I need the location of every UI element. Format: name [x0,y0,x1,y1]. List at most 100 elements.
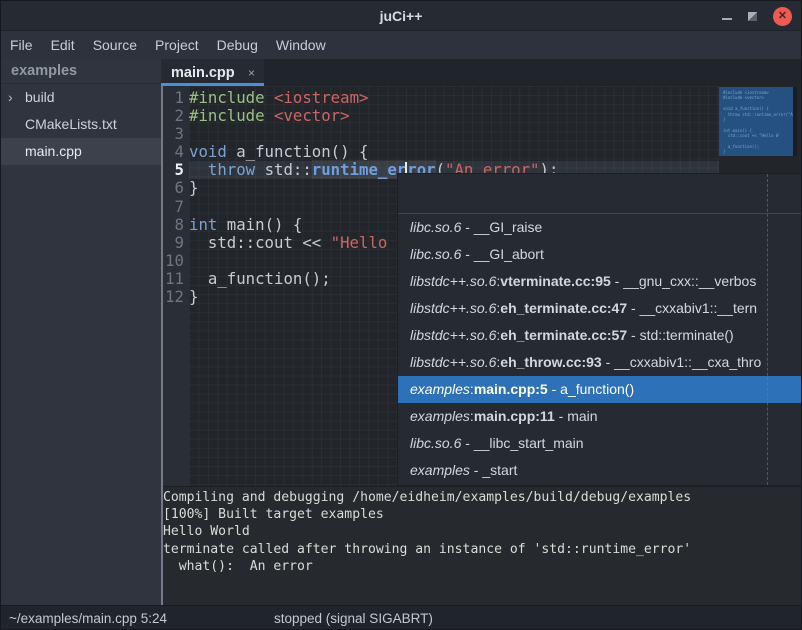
sidebar-item-build[interactable]: ›build [1,84,161,111]
line-number: 5 [161,161,189,179]
frame-symbol: _start [482,462,517,478]
frame-file-line: main.cpp:11 [474,408,555,424]
line-number: 1 [161,89,189,107]
file-label: main.cpp [1,138,161,165]
line-number: 2 [161,107,189,125]
line-number-gutter: 123456789101112 [161,86,189,486]
terminal-line: terminate called after throwing an insta… [163,541,801,558]
code-token: runtime_er [312,160,406,179]
popup-header [398,174,802,214]
file-label: build [1,84,161,111]
stack-frame-item[interactable]: examples - _start [398,457,802,484]
titlebar[interactable]: juCi++ ✕ [1,1,801,31]
sidebar-item-cmakelists-txt[interactable]: CMakeLists.txt [1,111,161,138]
app-window: juCi++ ✕ FileEditSourceProjectDebugWindo… [0,0,802,630]
code-token: "Hello W [331,233,407,252]
minimap-slider[interactable]: #include <iostream>#include <vector> voi… [719,87,797,156]
menu-item-source[interactable]: Source [84,31,146,59]
terminal-line: Compiling and debugging /home/eidheim/ex… [163,489,801,506]
status-debug-state: stopped (signal SIGABRT) [274,606,433,630]
sidebar-item-main-cpp[interactable]: main.cpp [1,138,161,165]
terminal-line: Hello World [163,523,801,540]
terminal-output[interactable]: Compiling and debugging /home/eidheim/ex… [161,486,801,605]
restore-icon[interactable] [748,12,757,21]
frame-symbol: __GI_abort [474,246,544,262]
code-token: int [189,215,217,234]
tab-close-icon[interactable]: × [248,66,264,80]
frame-symbol: __GI_raise [474,219,542,235]
code-line[interactable]: #include <vector> [189,107,719,125]
code-token: std:: [255,160,312,179]
stack-frame-item[interactable]: libc.so.6 - __GI_abort [398,241,802,268]
status-file-location: ~/examples/main.cpp 5:24 [9,606,167,630]
stack-frame-item[interactable]: examples:main.cpp:11 - main [398,403,802,430]
tabbar: main.cpp × [161,59,801,86]
line-number: 3 [161,125,189,143]
pane-splitter[interactable] [161,86,163,605]
line-number: 7 [161,198,189,216]
sidebar: examples ›buildCMakeLists.txtmain.cpp [1,59,161,605]
menu-item-window[interactable]: Window [267,31,335,59]
menu-item-debug[interactable]: Debug [208,31,267,59]
statusbar: ~/examples/main.cpp 5:24 stopped (signal… [1,605,801,630]
stack-frame-item[interactable]: libstdc++.so.6:eh_terminate.cc:57 - std:… [398,322,802,349]
frame-symbol: __cxxabiv1::__tern [640,300,758,316]
frame-symbol: __libc_start_main [474,435,584,451]
file-tree: ›buildCMakeLists.txtmain.cpp [1,84,161,165]
terminal-line: what(): An error [163,558,801,575]
frame-symbol: a_function() [560,381,634,397]
tab-label: main.cpp [161,65,248,81]
menubar: FileEditSourceProjectDebugWindow [1,31,801,59]
frame-symbol: std::terminate() [640,327,734,343]
line-number: 12 [161,288,189,306]
terminal-line: [100%] Built target examples [163,506,801,523]
menu-item-project[interactable]: Project [146,31,208,59]
frame-library: libstdc++.so.6 [410,327,496,343]
code-token: #include [189,88,274,107]
code-token: std::cout << [189,233,331,252]
code-token: } [189,178,198,197]
chevron-right-icon[interactable]: › [8,84,13,111]
line-number: 6 [161,179,189,197]
tab-main-cpp[interactable]: main.cpp × [161,59,264,86]
frame-symbol: __cxxabiv1::__cxa_thro [614,354,761,370]
code-token: } [189,287,198,306]
frame-library: libc.so.6 [410,219,461,235]
frame-library: examples [410,381,470,397]
code-line[interactable]: void a_function() { [189,143,719,161]
frame-symbol: main [567,408,597,424]
frame-library: examples [410,462,470,478]
frame-library: examples [410,408,470,424]
code-line[interactable]: #include <iostream> [189,89,719,107]
project-name: examples [1,59,161,84]
code-token: main() { [217,215,302,234]
minimize-icon[interactable] [722,18,732,20]
code-token: a_function(); [189,269,331,288]
content-area: examples ›buildCMakeLists.txtmain.cpp ma… [1,59,801,605]
minimap-code-line: } [723,149,793,154]
frame-library: libstdc++.so.6 [410,300,496,316]
code-token: <iostream> [274,88,368,107]
code-token: #include [189,106,274,125]
line-number: 10 [161,252,189,270]
stack-frame-item[interactable]: libstdc++.so.6:vterminate.cc:95 - __gnu_… [398,268,802,295]
stack-frame-item[interactable]: libstdc++.so.6:eh_terminate.cc:47 - __cx… [398,295,802,322]
frame-file-line: main.cpp:5 [474,381,548,397]
line-number: 9 [161,234,189,252]
stack-frame-item[interactable]: libstdc++.so.6:eh_throw.cc:93 - __cxxabi… [398,349,802,376]
frame-file-line: eh_terminate.cc:57 [500,327,627,343]
stack-frame-item[interactable]: libc.so.6 - __GI_raise [398,214,802,241]
menu-item-file[interactable]: File [1,31,42,59]
menu-item-edit[interactable]: Edit [42,31,84,59]
code-line[interactable] [189,125,719,143]
frame-file-line: eh_throw.cc:93 [500,354,601,370]
popup-list: libc.so.6 - __GI_raiselibc.so.6 - __GI_a… [398,214,802,484]
stack-frame-item[interactable]: libc.so.6 - __libc_start_main [398,430,802,457]
frame-file-line: vterminate.cc:95 [500,273,611,289]
line-number: 8 [161,216,189,234]
frame-library: libstdc++.so.6 [410,273,496,289]
close-icon[interactable]: ✕ [773,7,792,26]
stack-frame-item[interactable]: examples:main.cpp:5 - a_function() [398,376,802,403]
code-token: throw [208,160,255,179]
minimap-code-line: throw std::runtime_error("An error"); [723,112,793,117]
